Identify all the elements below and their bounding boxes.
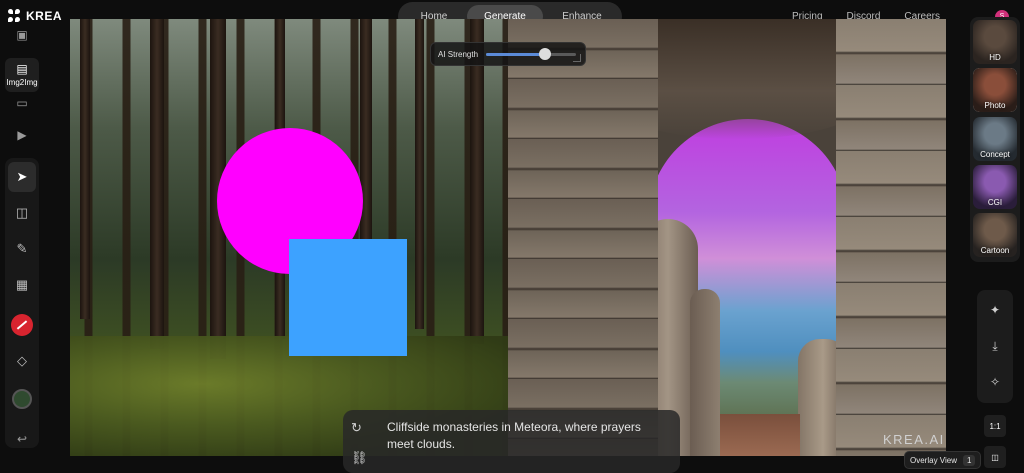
style-photo[interactable]: Photo <box>973 68 1017 112</box>
style-label: Cartoon <box>980 246 1010 255</box>
generated-output[interactable] <box>508 19 946 456</box>
cursor-icon: ➤ <box>16 169 28 184</box>
krea-watermark: KREA.AI <box>883 432 945 447</box>
undo-icon: ↩ <box>16 432 28 446</box>
village <box>720 414 800 456</box>
style-label: Photo <box>984 101 1006 110</box>
layers-button[interactable]: ◫ <box>984 446 1006 468</box>
logo[interactable]: KREA <box>8 9 62 23</box>
brush-icon: ✎ <box>16 241 28 256</box>
undo-button[interactable]: ↩ <box>5 432 39 446</box>
input-canvas[interactable] <box>70 19 510 456</box>
style-cgi[interactable]: CGI <box>973 165 1017 209</box>
ai-strength-control: AI Strength <box>430 42 586 66</box>
video-icon: ▶ <box>17 128 27 142</box>
rock-pillar <box>690 289 720 456</box>
eraser-icon: ◇ <box>17 353 27 368</box>
sidebar-item-image[interactable]: ▣ <box>5 28 39 42</box>
style-label: Concept <box>980 150 1010 159</box>
style-hd[interactable]: HD <box>973 20 1017 64</box>
magic-button[interactable]: ✧ <box>977 364 1013 400</box>
layers-icon: ◫ <box>991 452 999 462</box>
brush-tool[interactable]: ✎ <box>5 234 39 264</box>
background-thumbnail[interactable] <box>5 384 39 414</box>
link-icon[interactable]: ⛓ <box>351 450 368 466</box>
image-upload-icon: ▦ <box>15 277 29 292</box>
tree-trunk <box>150 19 164 349</box>
image-upload-tool[interactable]: ▦ <box>5 270 39 300</box>
tool-group: ➤ ◫ ✎ ▦ ◇ <box>5 158 39 448</box>
aspect-ratio-button[interactable]: 1:1 <box>984 415 1006 437</box>
blue-square-shape[interactable] <box>289 239 407 356</box>
overlay-view-label: Overlay View <box>910 455 957 465</box>
style-label: CGI <box>987 198 1003 207</box>
prompt-box: ↻ ⛓ Cliffside monasteries in Meteora, wh… <box>343 410 680 473</box>
krea-app: KREA Home Generate Enhance Pricing Disco… <box>0 0 1024 473</box>
resize-grip-icon[interactable] <box>573 54 581 62</box>
krea-logo-icon <box>8 9 20 23</box>
tree-trunk <box>470 19 484 344</box>
layers-icon: ◫ <box>15 205 29 220</box>
eraser-tool[interactable]: ◇ <box>5 346 39 376</box>
color-picker[interactable] <box>5 310 39 340</box>
slider-thumb[interactable] <box>538 47 551 60</box>
tree-trunk <box>415 19 424 329</box>
overlay-view-toggle[interactable]: Overlay View 1 <box>904 451 982 469</box>
image-icon: ▣ <box>16 28 28 42</box>
thumbnail-icon <box>12 389 32 409</box>
sidebar-item-label: Img2Img <box>6 78 38 87</box>
prompt-input[interactable]: Cliffside monasteries in Meteora, where … <box>387 419 667 453</box>
slider-fill <box>486 52 545 56</box>
refresh-icon[interactable]: ↻ <box>351 420 368 436</box>
magic-icon: ✧ <box>989 375 1001 389</box>
brand-name: KREA <box>26 9 63 23</box>
left-sidebar: ▣ ▤ Img2Img ▭ ▶ ➤ ◫ ✎ ▦ ◇ ↩ <box>0 28 44 473</box>
enhance-button[interactable]: ✦ <box>977 292 1013 328</box>
enhance-icon: ✦ <box>989 303 1001 317</box>
desktop-icon: ▭ <box>16 96 28 110</box>
tree-trunk <box>80 19 90 319</box>
style-concept[interactable]: Concept <box>973 117 1017 161</box>
ai-strength-label: AI Strength <box>438 49 479 59</box>
select-tool[interactable]: ➤ <box>8 162 36 192</box>
img2img-icon: ▤ <box>16 62 28 76</box>
ai-strength-slider[interactable] <box>486 47 577 60</box>
stone-wall-right <box>836 19 946 456</box>
style-picker: HD Photo Concept CGI Cartoon <box>970 17 1020 262</box>
sidebar-item-desktop[interactable]: ▭ <box>5 96 39 110</box>
style-cartoon[interactable]: Cartoon <box>973 213 1017 257</box>
output-tools: ✦ ⤓ ✧ <box>977 290 1013 403</box>
stone-wall-left <box>508 19 658 456</box>
sidebar-item-video[interactable]: ▶ <box>5 128 39 142</box>
sidebar-item-img2img[interactable]: ▤ Img2Img <box>5 58 39 92</box>
prompt-actions: ↻ ⛓ <box>351 420 368 466</box>
download-button[interactable]: ⤓ <box>977 328 1013 364</box>
style-label: HD <box>989 53 1001 62</box>
layers-tool[interactable]: ◫ <box>5 198 39 228</box>
download-icon: ⤓ <box>992 338 998 353</box>
color-icon <box>11 314 33 336</box>
overlay-view-count: 1 <box>962 454 976 466</box>
